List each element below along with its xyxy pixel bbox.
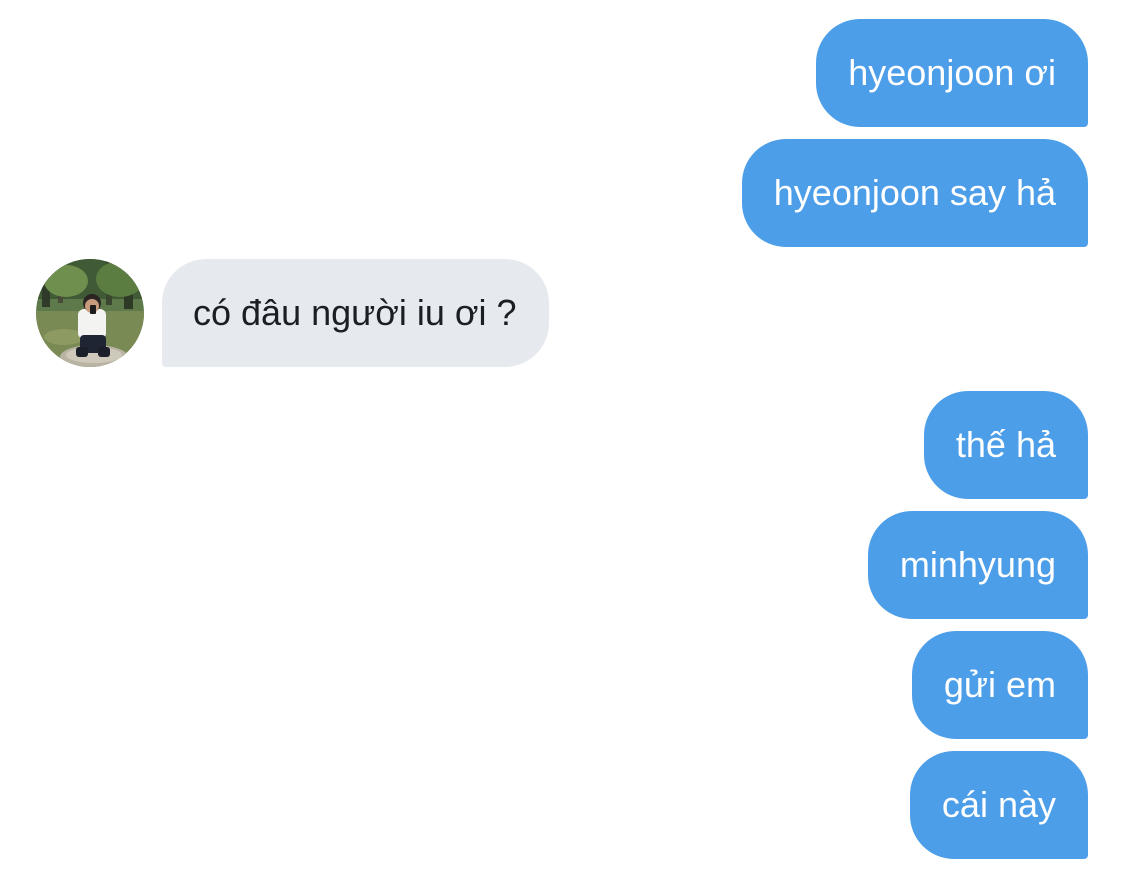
contact-avatar[interactable] [36, 259, 144, 367]
outgoing-message-bubble[interactable]: cái này [909, 751, 1088, 859]
message-text: có đâu người iu ơi ? [193, 292, 517, 333]
outgoing-message-bubble[interactable]: hyeonjoon ơi [816, 19, 1088, 127]
contact-photo-icon [36, 259, 144, 367]
outgoing-message-bubble[interactable]: thế hả [923, 391, 1088, 499]
message-text: hyeonjoon say hả [773, 172, 1056, 213]
incoming-message-bubble[interactable]: có đâu người iu ơi ? [162, 259, 549, 367]
message-text: minhyung [899, 544, 1056, 585]
outgoing-message-bubble[interactable]: hyeonjoon say hả [741, 139, 1088, 247]
message-text: hyeonjoon ơi [848, 52, 1056, 93]
message-text: cái này [941, 784, 1056, 825]
outgoing-message-bubble[interactable]: minhyung [867, 511, 1088, 619]
message-text: thế hả [955, 424, 1056, 465]
outgoing-message-bubble[interactable]: gửi em [911, 631, 1088, 739]
message-text: gửi em [943, 664, 1056, 705]
